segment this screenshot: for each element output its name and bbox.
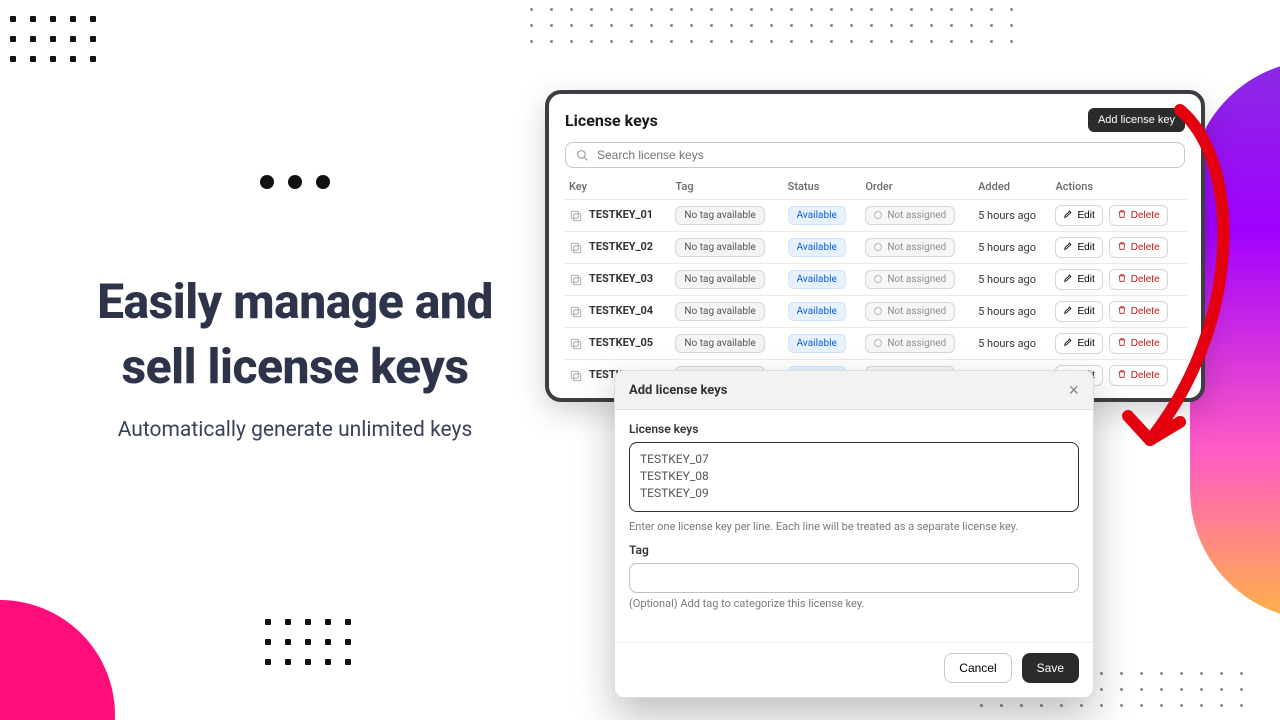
close-icon: ×: [1068, 380, 1079, 400]
copy-icon[interactable]: [569, 209, 583, 223]
copy-icon[interactable]: [569, 241, 583, 255]
add-license-keys-modal: Add license keys × License keys Enter on…: [614, 370, 1094, 698]
tag-label: Tag: [629, 543, 1079, 557]
key-cell: TESTKEY_02: [589, 240, 653, 253]
copy-icon[interactable]: [569, 337, 583, 351]
edit-button[interactable]: Edit: [1055, 237, 1102, 258]
delete-button[interactable]: Delete: [1109, 301, 1168, 322]
tag-pill: No tag available: [675, 238, 764, 257]
key-cell: TESTKEY_01: [589, 208, 653, 221]
license-keys-textarea[interactable]: [629, 442, 1079, 512]
status-badge: Available: [788, 302, 846, 321]
license-keys-table: Key Tag Status Order Added Actions TESTK…: [563, 176, 1187, 391]
trash-icon: [1117, 241, 1127, 254]
table-row: TESTKEY_03 No tag available Available Not a…: [563, 264, 1187, 296]
col-order: Order: [859, 176, 972, 200]
tag-hint: (Optional) Add tag to categorize this li…: [629, 597, 1079, 610]
col-tag: Tag: [669, 176, 781, 200]
dot-grid-decoration: [265, 619, 351, 665]
pencil-icon: [1063, 209, 1073, 222]
edit-button[interactable]: Edit: [1055, 301, 1102, 322]
order-pill: Not assigned: [865, 302, 955, 321]
modal-title: Add license keys: [629, 383, 727, 398]
search-icon: [576, 149, 589, 162]
status-badge: Available: [788, 270, 846, 289]
delete-button[interactable]: Delete: [1109, 237, 1168, 258]
save-button[interactable]: Save: [1022, 653, 1079, 683]
hero-subtitle: Automatically generate unlimited keys: [60, 418, 530, 442]
table-row: TESTKEY_05 No tag available Available Not a…: [563, 328, 1187, 360]
order-pill: Not assigned: [865, 270, 955, 289]
table-row: TESTKEY_01 No tag available Available Not a…: [563, 200, 1187, 232]
edit-button[interactable]: Edit: [1055, 205, 1102, 226]
search-input[interactable]: [597, 148, 1174, 162]
copy-icon[interactable]: [569, 273, 583, 287]
trash-icon: [1117, 305, 1127, 318]
ellipsis-decoration: [260, 175, 330, 189]
order-pill: Not assigned: [865, 334, 955, 353]
delete-button[interactable]: Delete: [1109, 365, 1168, 386]
added-cell: 5 hours ago: [972, 264, 1049, 296]
hero-text: Easily manage and sell license keys Auto…: [60, 270, 530, 442]
search-input-wrapper[interactable]: [565, 142, 1185, 168]
status-badge: Available: [788, 206, 846, 225]
close-button[interactable]: ×: [1068, 381, 1079, 399]
add-license-key-button[interactable]: Add license key: [1088, 108, 1185, 132]
key-cell: TESTKEY_04: [589, 304, 653, 317]
added-cell: 5 hours ago: [972, 296, 1049, 328]
added-cell: 5 hours ago: [972, 200, 1049, 232]
page-title: License keys: [565, 111, 658, 130]
col-added: Added: [972, 176, 1049, 200]
delete-button[interactable]: Delete: [1109, 333, 1168, 354]
license-keys-label: License keys: [629, 422, 1079, 436]
tag-pill: No tag available: [675, 206, 764, 225]
copy-icon[interactable]: [569, 369, 583, 383]
table-row: TESTKEY_04 No tag available Available Not a…: [563, 296, 1187, 328]
license-keys-hint: Enter one license key per line. Each lin…: [629, 520, 1079, 533]
delete-button[interactable]: Delete: [1109, 205, 1168, 226]
col-status: Status: [782, 176, 860, 200]
tag-pill: No tag available: [675, 302, 764, 321]
dot-grid-decoration: [10, 16, 96, 62]
edit-button[interactable]: Edit: [1055, 269, 1102, 290]
trash-icon: [1117, 209, 1127, 222]
decorative-blob-pink: [0, 600, 115, 720]
dot-grid-decoration: [530, 8, 1016, 46]
status-badge: Available: [788, 238, 846, 257]
key-cell: TESTKEY_03: [589, 272, 653, 285]
trash-icon: [1117, 273, 1127, 286]
tag-input[interactable]: [629, 563, 1079, 593]
trash-icon: [1117, 369, 1127, 382]
tag-pill: No tag available: [675, 270, 764, 289]
added-cell: 5 hours ago: [972, 232, 1049, 264]
cancel-button[interactable]: Cancel: [944, 653, 1011, 683]
trash-icon: [1117, 337, 1127, 350]
key-cell: TESTKEY_05: [589, 336, 653, 349]
status-badge: Available: [788, 334, 846, 353]
col-key: Key: [563, 176, 669, 200]
order-pill: Not assigned: [865, 206, 955, 225]
added-cell: 5 hours ago: [972, 328, 1049, 360]
copy-icon[interactable]: [569, 305, 583, 319]
pencil-icon: [1063, 337, 1073, 350]
table-row: TESTKEY_02 No tag available Available Not a…: [563, 232, 1187, 264]
hero-title: Easily manage and sell license keys: [60, 270, 530, 400]
edit-button[interactable]: Edit: [1055, 333, 1102, 354]
pencil-icon: [1063, 241, 1073, 254]
delete-button[interactable]: Delete: [1109, 269, 1168, 290]
order-pill: Not assigned: [865, 238, 955, 257]
pencil-icon: [1063, 305, 1073, 318]
pencil-icon: [1063, 273, 1073, 286]
col-actions: Actions: [1049, 176, 1187, 200]
tag-pill: No tag available: [675, 334, 764, 353]
license-keys-window: License keys Add license key Key Tag Sta…: [545, 90, 1205, 402]
